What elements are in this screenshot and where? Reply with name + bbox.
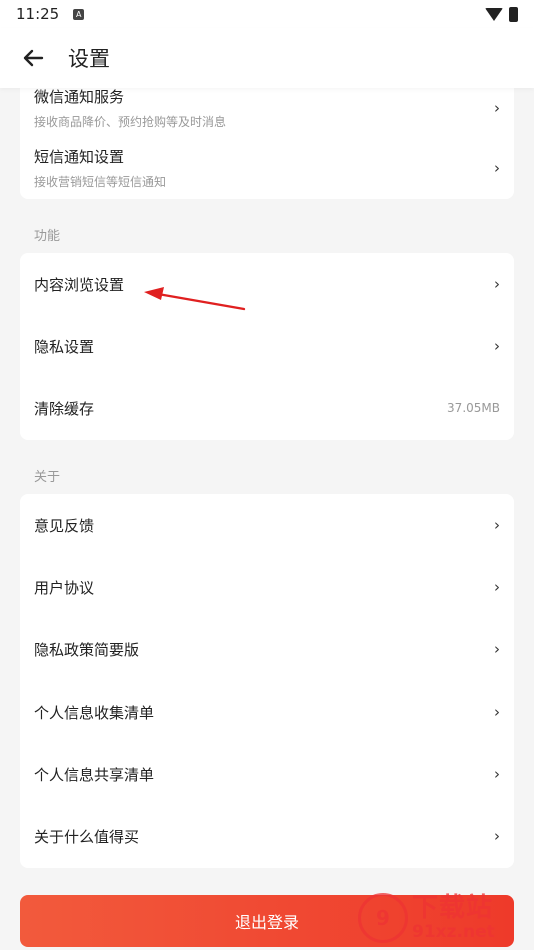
notification-settings-card: 微信通知服务 接收商品降价、预约抢购等及时消息 › 短信通知设置 接收营销短信等… [20,80,514,199]
status-time: 11:25 [16,5,60,23]
about-app-title: 关于什么值得买 [34,827,140,846]
user-agreement-title: 用户协议 [34,578,95,597]
features-section-label: 功能 [34,229,61,244]
feedback-row[interactable]: 意见反馈 › [20,494,514,556]
about-app-row[interactable]: 关于什么值得买 › [20,805,514,867]
watermark-url: 91xz.net [412,922,495,942]
user-agreement-row[interactable]: 用户协议 › [20,556,514,618]
watermark-text: 下载站 [412,893,494,923]
chevron-right-icon: › [494,516,500,534]
personal-info-collection-title: 个人信息收集清单 [34,703,155,722]
sms-notification-subtitle: 接收营销短信等短信通知 [34,175,167,189]
watermark: 9 下载站 91xz.net [358,888,528,948]
about-section-label: 关于 [34,470,61,485]
cache-size-value: 37.05MB [447,401,500,415]
privacy-policy-summary-title: 隐私政策简要版 [34,640,140,659]
privacy-settings-title: 隐私设置 [34,337,95,356]
about-card: 意见反馈 › 用户协议 › 隐私政策简要版 › 个人信息收集清单 › 个人信息共… [20,494,514,868]
content-browsing-settings-title: 内容浏览设置 [34,275,125,294]
personal-info-collection-row[interactable]: 个人信息收集清单 › [20,681,514,743]
content-browsing-settings-row[interactable]: 内容浏览设置 › [20,253,514,315]
personal-info-sharing-row[interactable]: 个人信息共享清单 › [20,743,514,805]
header: 设置 [0,28,534,88]
chevron-right-icon: › [494,703,500,721]
chevron-right-icon: › [494,578,500,596]
battery-icon [509,6,518,22]
chevron-right-icon: › [494,337,500,355]
notification-icon: A [73,8,85,20]
personal-info-sharing-title: 个人信息共享清单 [34,765,155,784]
wechat-notification-row[interactable]: 微信通知服务 接收商品降价、预约抢购等及时消息 › [20,80,514,136]
status-bar: 11:25 A [0,0,534,28]
chevron-right-icon: › [494,275,500,293]
annotation-arrow-icon [144,287,246,311]
chevron-right-icon: › [494,159,500,177]
page-title: 设置 [68,47,110,71]
sms-notification-title: 短信通知设置 [34,148,125,166]
chevron-right-icon: › [494,99,500,117]
chevron-right-icon: › [494,640,500,658]
wechat-notification-title: 微信通知服务 [34,88,125,106]
chevron-right-icon: › [494,827,500,845]
back-arrow-icon[interactable] [18,43,48,73]
chevron-right-icon: › [494,765,500,783]
privacy-policy-summary-row[interactable]: 隐私政策简要版 › [20,618,514,680]
feedback-title: 意见反馈 [34,516,95,535]
features-card: 内容浏览设置 › 隐私设置 › 清除缓存 37.05MB [20,253,514,440]
wechat-notification-subtitle: 接收商品降价、预约抢购等及时消息 [34,115,227,129]
privacy-settings-row[interactable]: 隐私设置 › [20,315,514,377]
clear-cache-title: 清除缓存 [34,399,95,418]
wifi-icon [485,7,503,21]
sms-notification-row[interactable]: 短信通知设置 接收营销短信等短信通知 › [20,140,514,196]
status-icons [485,6,518,22]
watermark-logo: 9 [358,893,408,943]
clear-cache-row[interactable]: 清除缓存 37.05MB [20,377,514,439]
